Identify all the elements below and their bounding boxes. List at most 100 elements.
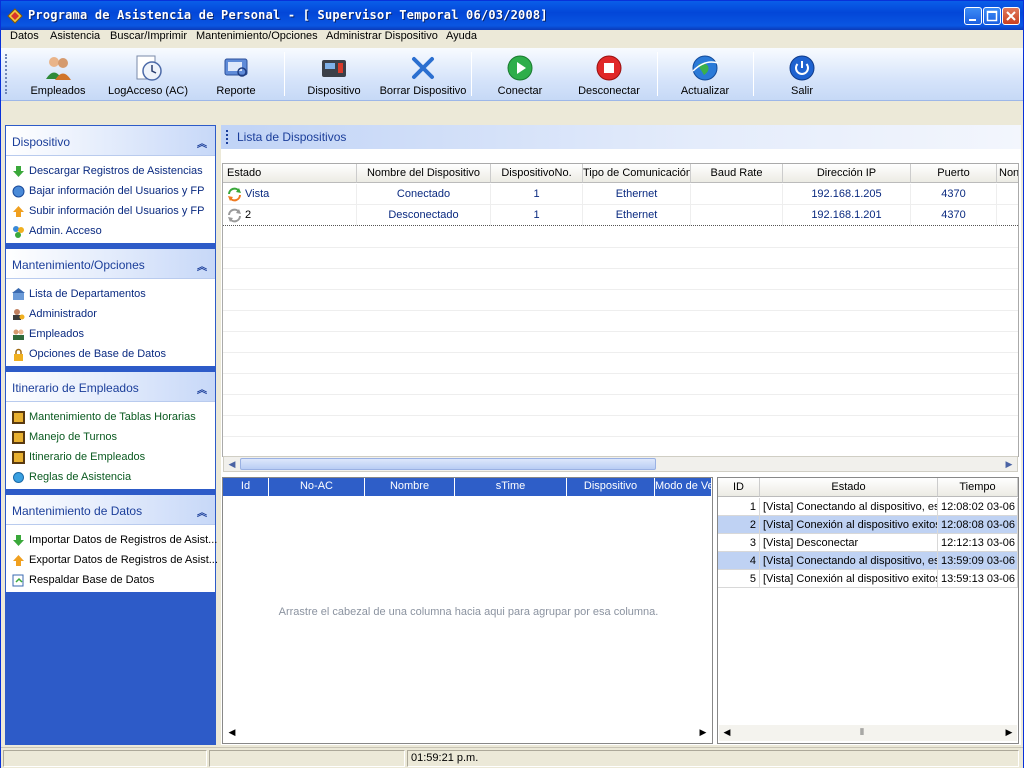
col-log-id[interactable]: ID (718, 478, 760, 497)
nav-empleados[interactable]: Empleados (6, 325, 215, 345)
nav-lista-departamentos[interactable]: Lista de Departamentos (6, 285, 215, 305)
scroll-right-arrow-icon[interactable]: ▶ (1002, 725, 1016, 739)
actualizar-button[interactable]: Actualizar (669, 48, 741, 101)
nav-admin-acceso[interactable]: Admin. Acceso (6, 222, 215, 242)
col-baud-rate[interactable]: Baud Rate (691, 164, 783, 183)
scroll-thumb[interactable] (240, 458, 656, 470)
grid-line (223, 373, 1018, 374)
col-stime[interactable]: sTime (455, 478, 567, 496)
grid-line (223, 415, 1018, 416)
col-non[interactable]: Non (997, 164, 1018, 183)
scroll-left-arrow-icon[interactable]: ◀ (225, 725, 239, 739)
col-log-estado[interactable]: Estado (760, 478, 938, 497)
nav-opciones-base-datos[interactable]: Opciones de Base de Datos (6, 345, 215, 365)
group-header-dispositivo[interactable]: Dispositivo ︽ (6, 126, 215, 156)
minimize-button[interactable] (964, 7, 982, 25)
log-row[interactable]: 4 [Vista] Conectando al dispositivo, esp 1… (718, 552, 1018, 570)
toolbar-separator (753, 52, 754, 96)
maximize-button[interactable] (983, 7, 1001, 25)
nav-tablas-horarias[interactable]: Mantenimiento de Tablas Horarias (6, 408, 215, 428)
nav-itinerario-empleados[interactable]: Itinerario de Empleados (6, 448, 215, 468)
col-estado[interactable]: Estado (223, 164, 357, 183)
nav-descargar-registros[interactable]: Descargar Registros de Asistencias (6, 162, 215, 182)
nav-importar-datos[interactable]: Importar Datos de Registros de Asist... (6, 531, 217, 551)
col-no-ac[interactable]: No-AC (269, 478, 365, 496)
log-row[interactable]: 2 [Vista] Conexión al dispositivo exitosa… (718, 516, 1018, 534)
conectar-button[interactable]: Conectar (483, 48, 557, 101)
nav-exportar-datos[interactable]: Exportar Datos de Registros de Asist... (6, 551, 218, 571)
records-hscrollbar[interactable]: ◀ ▶ (224, 725, 711, 741)
col-nombre-dispositivo[interactable]: Nombre del Dispositivo (357, 164, 491, 183)
group-mantenimiento-datos: Mantenimiento de Datos ︽ Importar Datos d… (6, 495, 218, 592)
orange-up-arrow-icon (13, 206, 24, 217)
scroll-left-arrow-icon[interactable]: ◀ (720, 725, 734, 739)
menu-asistencia[interactable]: Asistencia (50, 30, 100, 42)
salir-button[interactable]: Salir (767, 48, 837, 101)
panel-grip (226, 130, 228, 144)
menu-bar: Datos Asistencia Buscar/Imprimir Manteni… (1, 30, 1023, 48)
empleados-button[interactable]: Empleados (17, 48, 99, 101)
minimize-icon (969, 19, 976, 21)
window-title: Programa de Asistencia de Personal - [ S… (28, 8, 548, 22)
reporte-button[interactable]: Reporte (197, 48, 275, 101)
group-by-hint: Arrastre el cabezal de una columna hacia… (278, 606, 659, 618)
menu-ayuda[interactable]: Ayuda (446, 30, 477, 42)
log-grid: ID Estado Tiempo 1 [Vista] Conectando al … (717, 477, 1019, 744)
collapse-chevron-icon[interactable]: ︽ (197, 135, 207, 150)
close-button[interactable] (1002, 7, 1020, 25)
menu-administrar-dispositivo[interactable]: Administrar Dispositivo (326, 30, 438, 42)
log-row[interactable]: 5 [Vista] Conexión al dispositivo exitosa… (718, 570, 1018, 588)
log-row[interactable]: 3 [Vista] Desconectar 12:12:13 03-06 (718, 534, 1018, 552)
nav-bajar-informacion[interactable]: Bajar información del Usuarios y FP (6, 182, 215, 202)
col-modo-verificacion[interactable]: Modo de Ve (655, 478, 712, 496)
cell-nombre: Conectado (357, 184, 491, 205)
device-row[interactable]: 2 Desconectado 1 Ethernet 192.168.1.201 … (223, 205, 1018, 226)
col-direccion-ip[interactable]: Dirección IP (783, 164, 911, 183)
menu-mantenimiento-opciones[interactable]: Mantenimiento/Opciones (196, 30, 318, 42)
app-icon (7, 8, 23, 24)
collapse-chevron-icon[interactable]: ︽ (197, 504, 207, 519)
green-down-arrow-icon (13, 166, 24, 177)
desconectar-button[interactable]: Desconectar (569, 48, 649, 101)
scroll-right-arrow-icon[interactable]: ▶ (1002, 457, 1016, 471)
collapse-chevron-icon[interactable]: ︽ (197, 381, 207, 396)
app-window: Programa de Asistencia de Personal - [ S… (0, 0, 1024, 768)
device-grid-hscrollbar[interactable]: ◀ ▶ (223, 456, 1018, 472)
group-header-mantenimiento-datos[interactable]: Mantenimiento de Datos ︽ (6, 495, 215, 525)
col-tipo-comunicacion[interactable]: Tipo de Comunicación (583, 164, 691, 183)
collapse-chevron-icon[interactable]: ︽ (197, 258, 207, 273)
cell-ip: 192.168.1.205 (783, 184, 911, 205)
scroll-right-arrow-icon[interactable]: ▶ (696, 725, 710, 739)
nav-subir-informacion[interactable]: Subir información del Usuarios y FP (6, 202, 215, 222)
col-dispositivo-no[interactable]: DispositivoNo. (491, 164, 583, 183)
grid-line (223, 289, 1018, 290)
menu-buscar-imprimir[interactable]: Buscar/Imprimir (110, 30, 187, 42)
nav-manejo-turnos[interactable]: Manejo de Turnos (6, 428, 215, 448)
col-id[interactable]: Id (223, 478, 269, 496)
status-time: 01:59:21 p.m. (407, 750, 1019, 767)
borrar-dispositivo-button[interactable]: Borrar Dispositivo (379, 48, 467, 101)
group-header-itinerario-empleados[interactable]: Itinerario de Empleados ︽ (6, 372, 215, 402)
stop-disconnect-icon (596, 55, 622, 81)
menu-datos[interactable]: Datos (10, 30, 39, 42)
cell-baud (691, 184, 783, 205)
col-nombre[interactable]: Nombre (365, 478, 455, 496)
nav-administrador[interactable]: Administrador (6, 305, 215, 325)
col-dispositivo[interactable]: Dispositivo (567, 478, 655, 496)
col-puerto[interactable]: Puerto (911, 164, 997, 183)
log-hscrollbar[interactable]: ◀ ⦀ ▶ (719, 725, 1017, 741)
device-row[interactable]: Vista Conectado 1 Ethernet 192.168.1.205… (223, 184, 1018, 205)
log-cell-tiempo: 13:59:13 03-06 (938, 570, 1018, 588)
title-bar: Programa de Asistencia de Personal - [ S… (1, 1, 1023, 30)
col-log-tiempo[interactable]: Tiempo (938, 478, 1018, 497)
logacceso-button[interactable]: LogAcceso (AC) (105, 48, 191, 101)
nav-reglas-asistencia[interactable]: Reglas de Asistencia (6, 468, 215, 488)
nav-respaldar-base-datos[interactable]: Respaldar Base de Datos (6, 571, 215, 591)
cell-nombre: Desconectado (357, 205, 491, 226)
log-row[interactable]: 1 [Vista] Conectando al dispositivo, esp 1… (718, 498, 1018, 516)
scroll-left-arrow-icon[interactable]: ◀ (225, 457, 239, 471)
group-header-mantenimiento-opciones[interactable]: Mantenimiento/Opciones ︽ (6, 249, 215, 279)
dispositivo-button[interactable]: Dispositivo (297, 48, 371, 101)
log-cell-tiempo: 12:08:08 03-06 (938, 516, 1018, 534)
scroll-grip-icon[interactable]: ⦀ (855, 725, 869, 739)
